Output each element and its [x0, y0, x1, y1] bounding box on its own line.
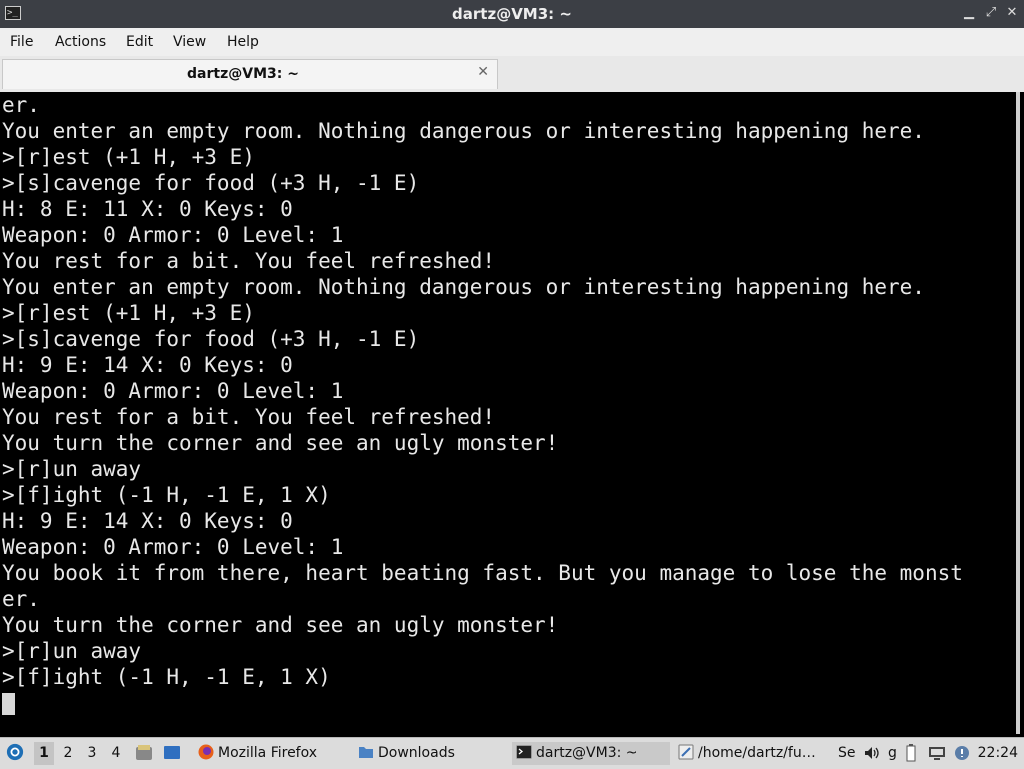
terminal-tab[interactable]: dartz@VM3: ~ ✕ — [2, 59, 498, 89]
workspace-4[interactable]: 4 — [106, 742, 126, 765]
terminal-icon — [516, 745, 532, 759]
terminal-line: You rest for a bit. You feel refreshed! — [2, 405, 496, 429]
tab-bar: dartz@VM3: ~ ✕ — [0, 56, 1024, 92]
window-titlebar[interactable]: >_ dartz@VM3: ~ ▁ ⤢ ✕ — [0, 0, 1024, 28]
terminal-line: er. — [2, 587, 40, 611]
terminal-line: >[s]cavenge for food (+3 H, -1 E) — [2, 171, 420, 195]
terminal-line: H: 9 E: 14 X: 0 Keys: 0 — [2, 509, 293, 533]
task-editor-label: /home/dartz/fu… — [698, 745, 816, 761]
network-icon[interactable] — [928, 744, 946, 762]
workspace-1[interactable]: 1 — [34, 742, 54, 765]
task-firefox-label: Mozilla Firefox — [218, 745, 318, 761]
window-title: dartz@VM3: ~ — [452, 5, 572, 23]
menu-edit[interactable]: Edit — [126, 34, 153, 50]
show-desktop-icon[interactable] — [163, 744, 181, 762]
terminal-line: You turn the corner and see an ugly mons… — [2, 431, 559, 455]
menu-actions[interactable]: Actions — [55, 34, 106, 50]
folder-icon — [359, 747, 373, 758]
maximize-button[interactable]: ⤢ — [982, 4, 1000, 22]
terminal-prompt-line[interactable] — [0, 690, 963, 716]
terminal-line: You enter an empty room. Nothing dangero… — [2, 119, 925, 143]
tab-close-icon[interactable]: ✕ — [477, 64, 489, 80]
terminal-line: Weapon: 0 Armor: 0 Level: 1 — [2, 535, 344, 559]
menu-file[interactable]: File — [10, 34, 33, 50]
terminal-line: er. — [2, 93, 40, 117]
start-menu-icon[interactable] — [6, 743, 24, 761]
clock[interactable]: 22:24 — [978, 742, 1018, 765]
task-firefox[interactable]: Mozilla Firefox — [194, 742, 348, 765]
firefox-icon — [198, 744, 214, 760]
terminal-line: H: 9 E: 14 X: 0 Keys: 0 — [2, 353, 293, 377]
terminal-line: You rest for a bit. You feel refreshed! — [2, 249, 496, 273]
close-window-button[interactable]: ✕ — [1003, 4, 1021, 22]
menu-view[interactable]: View — [173, 34, 206, 50]
terminal-line: >[r]est (+1 H, +3 E) — [2, 301, 255, 325]
terminal-line: >[s]cavenge for food (+3 H, -1 E) — [2, 327, 420, 351]
tray-text-g[interactable]: g — [888, 742, 900, 765]
terminal-line: >[r]un away — [2, 457, 142, 481]
terminal-line: H: 8 E: 11 X: 0 Keys: 0 — [2, 197, 293, 221]
workspace-3[interactable]: 3 — [82, 742, 102, 765]
minimize-button[interactable]: ▁ — [960, 4, 978, 22]
tray-app-label[interactable]: Se — [838, 742, 860, 765]
terminal-line: You turn the corner and see an ugly mons… — [2, 613, 559, 637]
menu-bar: File Actions Edit View Help — [0, 28, 1024, 57]
terminal-line: >[r]est (+1 H, +3 E) — [2, 145, 255, 169]
battery-icon[interactable] — [902, 744, 920, 762]
text-editor-icon — [678, 744, 694, 760]
tab-title: dartz@VM3: ~ — [187, 66, 299, 82]
volume-icon[interactable] — [863, 744, 881, 762]
task-terminal[interactable]: dartz@VM3: ~ — [512, 742, 670, 765]
workspace-2[interactable]: 2 — [58, 742, 78, 765]
task-downloads-label: Downloads — [378, 745, 455, 761]
terminal-line: Weapon: 0 Armor: 0 Level: 1 — [2, 379, 344, 403]
task-downloads[interactable]: Downloads — [354, 742, 508, 765]
terminal-line: Weapon: 0 Armor: 0 Level: 1 — [2, 223, 344, 247]
menu-help[interactable]: Help — [227, 34, 259, 50]
terminal-line: You enter an empty room. Nothing dangero… — [2, 275, 925, 299]
terminal-line: You book it from there, heart beating fa… — [2, 561, 963, 585]
terminal-output[interactable]: er. You enter an empty room. Nothing dan… — [0, 92, 1020, 734]
task-editor[interactable]: /home/dartz/fu… — [674, 742, 834, 765]
file-manager-icon[interactable] — [135, 744, 153, 762]
terminal-line: >[f]ight (-1 H, -1 E, 1 X) — [2, 483, 331, 507]
terminal-line: >[f]ight (-1 H, -1 E, 1 X) — [2, 665, 331, 689]
terminal-cursor — [2, 693, 15, 715]
terminal-lines: er. You enter an empty room. Nothing dan… — [0, 92, 963, 716]
task-terminal-label: dartz@VM3: ~ — [536, 745, 638, 761]
updates-icon[interactable] — [953, 744, 971, 762]
taskbar: 1 2 3 4 Mozilla Firefox Downloads dartz@… — [0, 737, 1024, 769]
terminal-line: >[r]un away — [2, 639, 142, 663]
